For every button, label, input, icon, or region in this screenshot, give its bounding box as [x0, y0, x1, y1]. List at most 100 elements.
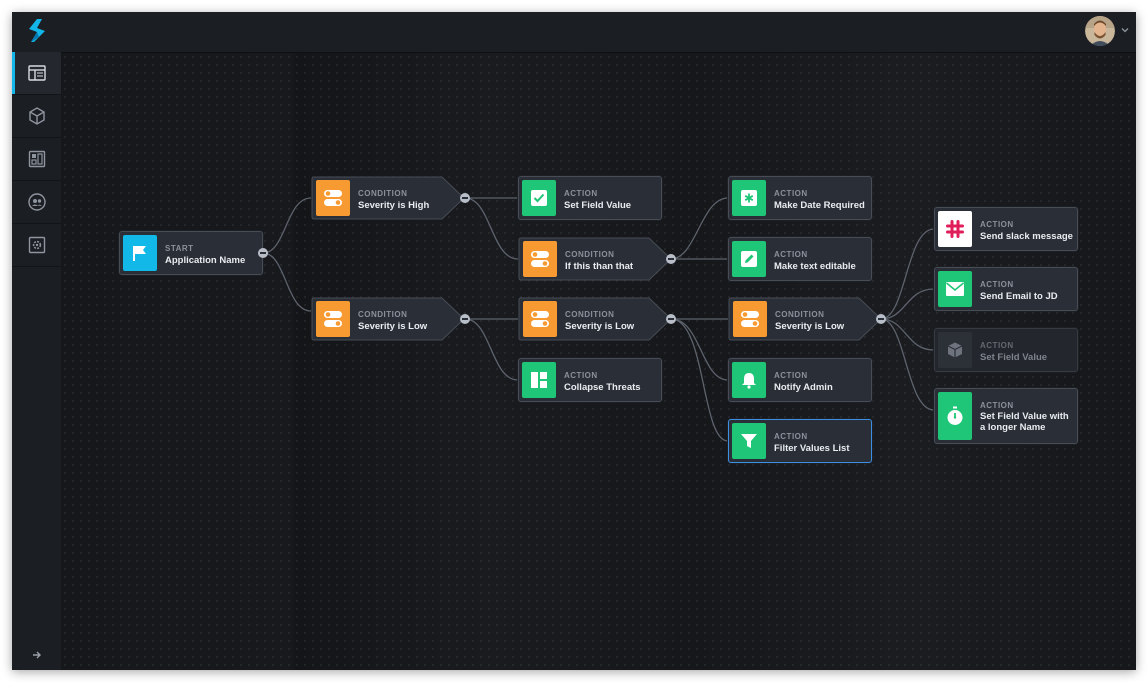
node-title: Send slack message [980, 231, 1073, 242]
node-kind: START [165, 244, 194, 253]
edge-severity-high-to-if-this-than-that [464, 197, 519, 260]
action-node-send-email-to-jd[interactable]: ACTION Send Email to JD [934, 267, 1078, 311]
start-output-port[interactable] [258, 248, 268, 258]
action-node-set-field-value-disabled[interactable]: ACTION Set Field Value [934, 328, 1078, 372]
condition-node-if-this-than-that[interactable]: CONDITION If this than that [518, 237, 673, 281]
node-title: Severity is Low [565, 321, 635, 332]
sidebar-item-tables[interactable] [12, 52, 61, 95]
layout-icon [531, 372, 547, 388]
action-chip [938, 211, 972, 247]
app-logo[interactable] [12, 12, 61, 52]
condition-output-port[interactable] [460, 314, 470, 324]
edge-severity-low-to-collapse-threats [464, 318, 519, 381]
condition-chip [316, 180, 350, 216]
start-chip [123, 235, 157, 271]
node-kind: CONDITION [358, 310, 408, 319]
node-kind: ACTION [564, 371, 598, 380]
sidebar-item-objects[interactable] [12, 95, 61, 138]
condition-chip [733, 301, 767, 337]
condition-output-port[interactable] [666, 254, 676, 264]
edge-start-to-severity-high [262, 197, 312, 254]
node-title: Application Name [165, 255, 246, 266]
condition-output-port[interactable] [666, 314, 676, 324]
node-kind: ACTION [774, 371, 808, 380]
condition-chip [523, 241, 557, 277]
sidebar-item-users[interactable] [12, 181, 61, 224]
node-kind: ACTION [774, 250, 808, 259]
action-node-filter-values-list[interactable]: ACTION Filter Values List [728, 419, 872, 463]
node-kind: ACTION [774, 189, 808, 198]
users-icon [27, 193, 46, 211]
envelope-icon [945, 282, 965, 296]
dashboard-icon [28, 150, 45, 168]
action-node-collapse-threats[interactable]: ACTION Collapse Threats [518, 358, 662, 402]
sidebar-item-settings[interactable] [12, 224, 61, 267]
action-node-set-field-value[interactable]: ACTION Set Field Value [518, 176, 662, 220]
toggle-icon [324, 190, 342, 206]
condition-output-port[interactable] [460, 193, 470, 203]
workflow-canvas[interactable]: START Application Name CONDITION Severit… [61, 53, 1136, 670]
node-title: Severity is Low [358, 321, 428, 332]
edge-severity-low3-to-set-field-disabled [880, 318, 935, 351]
action-chip [732, 423, 766, 459]
node-title: If this than that [565, 261, 634, 272]
sidebar [12, 12, 62, 670]
action-chip [938, 392, 972, 440]
stopwatch-icon [947, 406, 963, 425]
action-node-set-field-value-longer-name[interactable]: ACTION Set Field Value with a longer Nam… [934, 388, 1078, 444]
node-title: Set Field Value with a longer Name [980, 411, 1069, 433]
start-node[interactable]: START Application Name [119, 231, 263, 275]
settings-icon [28, 236, 45, 254]
action-node-notify-admin[interactable]: ACTION Notify Admin [728, 358, 872, 402]
node-kind: CONDITION [565, 310, 615, 319]
node-kind: ACTION [980, 280, 1014, 289]
filter-icon [741, 434, 757, 448]
asterisk-icon [741, 190, 757, 206]
condition-node-severity-high[interactable]: CONDITION Severity is High [311, 176, 466, 220]
node-kind: CONDITION [565, 250, 615, 259]
action-node-make-text-editable[interactable]: ACTION Make text editable [728, 237, 872, 281]
node-title: Notify Admin [774, 382, 833, 393]
condition-node-severity-low-2[interactable]: CONDITION Severity is Low [518, 297, 673, 341]
condition-node-severity-low-3[interactable]: CONDITION Severity is Low [728, 297, 883, 341]
checkbox-icon [531, 190, 547, 206]
toggle-icon [324, 311, 342, 327]
action-chip [732, 180, 766, 216]
node-title: Collapse Threats [564, 382, 641, 393]
node-title: Send Email to JD [980, 291, 1058, 302]
chevron-down-icon[interactable] [1119, 24, 1131, 36]
node-kind: CONDITION [775, 310, 825, 319]
bell-icon [742, 373, 756, 389]
node-kind: ACTION [980, 401, 1014, 410]
action-node-make-date-required[interactable]: ACTION Make Date Required [728, 176, 872, 220]
flag-icon [133, 246, 146, 261]
pencil-icon [741, 251, 757, 267]
edge-severity-low3-to-email [880, 288, 935, 320]
edge-severity-low2-to-filter-values [670, 318, 729, 442]
node-kind: ACTION [774, 432, 808, 441]
edge-severity-low3-to-set-field-longer [880, 318, 935, 411]
node-title: Set Field Value [564, 200, 632, 211]
top-bar [61, 12, 1136, 53]
action-chip [732, 362, 766, 398]
node-title: Filter Values List [774, 443, 850, 454]
cube-icon [947, 342, 963, 358]
condition-chip [316, 301, 350, 337]
toggle-icon [531, 251, 549, 267]
condition-output-port[interactable] [876, 314, 886, 324]
action-chip [732, 241, 766, 277]
action-chip [522, 180, 556, 216]
sidebar-expand-button[interactable] [12, 646, 61, 664]
toggle-icon [741, 311, 759, 327]
node-title: Severity is Low [775, 321, 845, 332]
table-icon [27, 65, 46, 81]
action-chip [938, 271, 972, 307]
sidebar-item-dashboards[interactable] [12, 138, 61, 181]
action-node-send-slack-message[interactable]: ACTION Send slack message [934, 207, 1078, 251]
user-avatar[interactable] [1085, 16, 1115, 46]
node-title: Set Field Value [980, 352, 1048, 363]
condition-chip [523, 301, 557, 337]
condition-node-severity-low-1[interactable]: CONDITION Severity is Low [311, 297, 466, 341]
edge-start-to-severity-low [262, 252, 312, 312]
node-kind: CONDITION [358, 189, 408, 198]
